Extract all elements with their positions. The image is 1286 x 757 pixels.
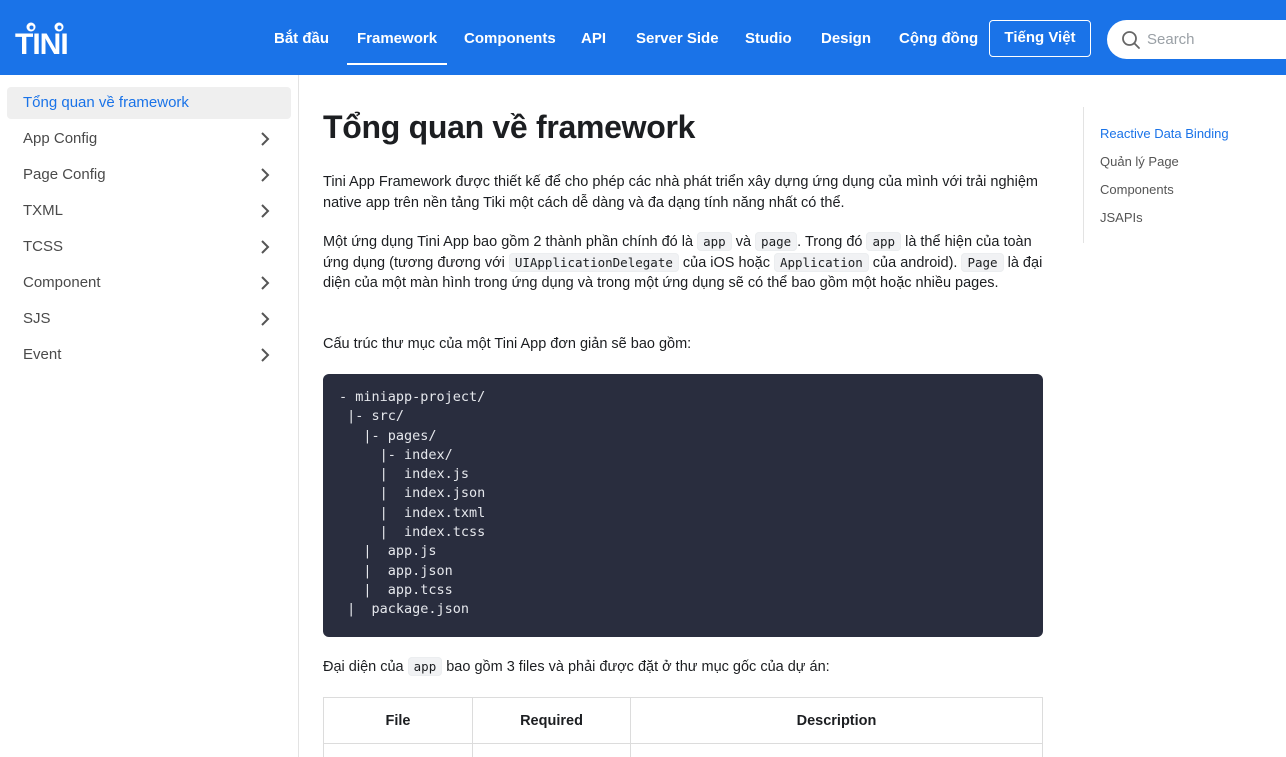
sidebar-item-page-config[interactable]: Page Config (7, 159, 291, 191)
nav-link-server-side[interactable]: Server Side (636, 0, 719, 75)
sidebar: Tổng quan về framework App Config Page C… (0, 75, 299, 757)
language-button[interactable]: Tiếng Việt (989, 20, 1091, 57)
sidebar-item-label: Page Config (23, 166, 106, 183)
logo-text: TINI (15, 28, 67, 58)
sidebar-item-sjs[interactable]: SJS (7, 303, 291, 335)
nav-link-api[interactable]: API (581, 0, 606, 75)
tini-logo[interactable]: TINI (15, 22, 67, 58)
table-cell (472, 743, 631, 757)
inline-code: app (407, 657, 443, 676)
nav-link-community[interactable]: Cộng đồng (899, 0, 978, 75)
code-line: | index.txml (339, 504, 486, 521)
table-header-description: Description (630, 697, 1043, 744)
code-line: | index.json (339, 485, 486, 502)
nav-link-components[interactable]: Components (464, 0, 556, 75)
sidebar-item-label: SJS (23, 310, 51, 327)
table-cell (630, 743, 1043, 757)
sidebar-item-label: Component (23, 274, 101, 291)
code-block[interactable]: - miniapp-project/ |- src/ |- pages/ |- … (323, 374, 1043, 637)
code-line: | app.json (339, 562, 453, 579)
search-icon (1122, 31, 1140, 49)
chevron-right-icon[interactable] (257, 203, 273, 219)
code-line: | app.js (339, 543, 437, 560)
chevron-right-icon[interactable] (257, 167, 273, 183)
code-line: | index.tcss (339, 524, 486, 541)
text-segment: và (731, 234, 756, 250)
table-cell (323, 743, 473, 757)
code-line: | app.tcss (339, 581, 453, 598)
sidebar-item-framework-overview[interactable]: Tổng quan về framework (7, 87, 291, 119)
intro-paragraph: Tini App Framework được thiết kế để cho … (323, 174, 1038, 211)
search-box[interactable] (1107, 20, 1286, 59)
chevron-right-icon[interactable] (257, 239, 273, 255)
sidebar-item-label: App Config (23, 130, 98, 147)
code-line: | package.json (339, 601, 470, 618)
chevron-right-icon[interactable] (257, 347, 273, 363)
text-segment: . Trong đó (797, 234, 867, 250)
text-segment: của android). (868, 254, 962, 271)
code-line: |- src/ (339, 408, 405, 425)
chevron-right-icon[interactable] (257, 311, 273, 327)
sidebar-item-txml[interactable]: TXML (7, 195, 291, 227)
sidebar-item-tcss[interactable]: TCSS (7, 231, 291, 263)
nav-link-design[interactable]: Design (821, 0, 871, 75)
toc-link-jsapis[interactable]: JSAPIs (1100, 210, 1143, 225)
nav-link-studio[interactable]: Studio (745, 0, 792, 75)
sidebar-item-component[interactable]: Component (7, 267, 291, 299)
app-files-table: File Required Description (323, 697, 1043, 757)
app-files-paragraph: Đại diện của app bao gồm 3 files và phải… (323, 657, 1043, 678)
table-of-contents: Reactive Data Binding Quản lý Page Compo… (1083, 107, 1286, 243)
inline-code: app (697, 232, 732, 251)
search-input[interactable] (1147, 20, 1286, 59)
inline-code: page (755, 232, 798, 251)
sidebar-item-label: TCSS (23, 238, 64, 255)
text-segment: của iOS hoặc (678, 254, 774, 271)
text-segment: Đại diện của (323, 659, 408, 675)
inline-code: Page (961, 252, 1004, 272)
sidebar-item-label: Tổng quan về framework (23, 94, 189, 111)
top-navbar: TINI Bắt đầu Framework Components API Se… (0, 0, 1286, 75)
table-row (323, 743, 1043, 757)
sidebar-item-label: TXML (23, 202, 64, 219)
code-line: |- pages/ (339, 427, 437, 444)
page-title: Tổng quan về framework (323, 109, 696, 145)
table-header-file: File (323, 697, 473, 744)
toc-link-reactive-data-binding[interactable]: Reactive Data Binding (1100, 126, 1229, 141)
app-page-paragraph: Một ứng dụng Tini App bao gồm 2 thành ph… (323, 232, 1043, 294)
structure-paragraph: Cấu trúc thư mục của một Tini App đơn gi… (323, 336, 692, 352)
sidebar-item-event[interactable]: Event (7, 339, 291, 371)
code-line: | index.js (339, 466, 470, 483)
code-line: - miniapp-project/ (339, 389, 486, 405)
text-segment: bao gồm 3 files và phải được đặt ở thư m… (442, 659, 830, 675)
code-line: |- index/ (339, 446, 453, 463)
sidebar-item-label: Event (23, 346, 62, 363)
nav-link-getting-started[interactable]: Bắt đầu (274, 0, 329, 75)
table-header-required: Required (472, 697, 631, 744)
toc-link-components[interactable]: Components (1100, 182, 1174, 197)
table-header-row: File Required Description (323, 697, 1043, 744)
nav-link-framework[interactable]: Framework (346, 0, 448, 75)
sidebar-item-app-config[interactable]: App Config (7, 123, 291, 155)
inline-code: app (866, 232, 902, 251)
text-segment: Một ứng dụng Tini App bao gồm 2 thành ph… (323, 234, 698, 250)
inline-code: UIApplicationDelegate (508, 252, 679, 272)
chevron-right-icon[interactable] (257, 275, 273, 291)
chevron-right-icon[interactable] (257, 131, 273, 147)
toc-link-page-management[interactable]: Quản lý Page (1100, 154, 1179, 169)
inline-code: Application (773, 252, 869, 272)
